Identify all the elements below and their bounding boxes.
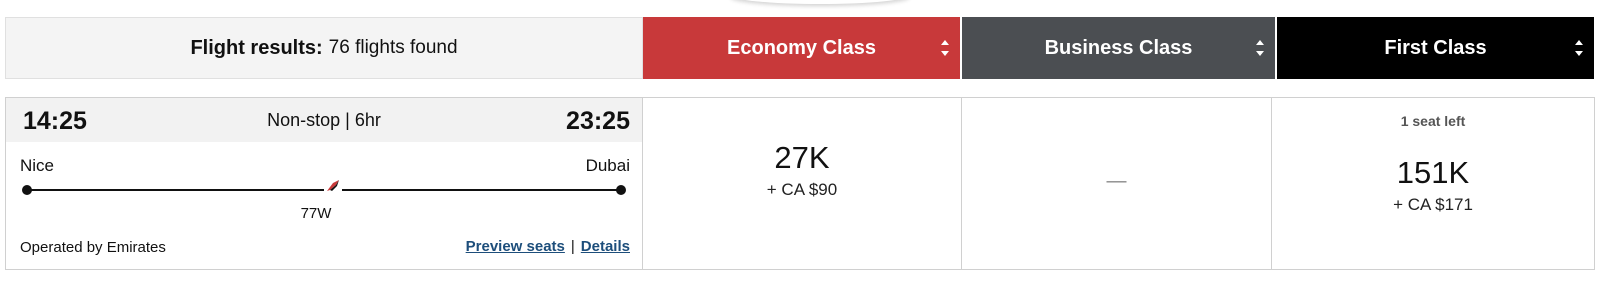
flight-row: 14:25 Non-stop | 6hr 23:25 Nice Dubai 77… bbox=[5, 97, 1595, 270]
economy-miles: 27K bbox=[774, 140, 830, 175]
results-summary: Flight results: 76 flights found bbox=[5, 17, 643, 79]
link-separator: | bbox=[570, 238, 575, 255]
flight-links: Preview seats | Details bbox=[466, 238, 630, 255]
stops-duration: Non-stop | 6hr bbox=[267, 110, 381, 130]
origin-city: Nice bbox=[20, 156, 55, 175]
results-title: Flight results: bbox=[190, 36, 323, 59]
economy-fare: 27K + CA $90 bbox=[643, 140, 961, 200]
first-miles: 151K bbox=[1396, 155, 1470, 190]
first-fare-cell[interactable]: 1 seat left 151K + CA $171 bbox=[1272, 98, 1594, 269]
business-unavailable: — bbox=[1106, 170, 1127, 192]
seats-left: 1 seat left bbox=[1400, 113, 1466, 129]
economy-fare-cell[interactable]: 27K + CA $90 bbox=[643, 98, 962, 269]
top-handle bbox=[730, 0, 910, 4]
destination-city: Dubai bbox=[585, 156, 630, 175]
first-class-label: First Class bbox=[1384, 36, 1487, 59]
arrival-time: 23:25 bbox=[566, 107, 630, 135]
sort-arrows-icon bbox=[1256, 40, 1264, 56]
aircraft-type: 77W bbox=[300, 205, 332, 222]
route-line bbox=[22, 177, 626, 195]
destination-dot bbox=[616, 185, 626, 195]
sort-business-class[interactable]: Business Class bbox=[960, 17, 1277, 79]
flight-info: 14:25 Non-stop | 6hr 23:25 Nice Dubai 77… bbox=[6, 98, 643, 269]
emirates-plane-icon bbox=[324, 177, 342, 193]
details-link[interactable]: Details bbox=[581, 238, 630, 255]
origin-dot bbox=[22, 185, 32, 195]
operated-by: Operated by Emirates bbox=[20, 239, 166, 256]
first-fare: 151K + CA $171 bbox=[1272, 155, 1594, 215]
preview-seats-link[interactable]: Preview seats bbox=[466, 238, 565, 255]
sort-arrows-icon bbox=[941, 40, 949, 56]
flight-times-bar: 14:25 Non-stop | 6hr 23:25 bbox=[6, 98, 642, 142]
results-header: Flight results: 76 flights found Economy… bbox=[5, 17, 1595, 79]
business-fare-cell: — bbox=[962, 98, 1272, 269]
economy-class-label: Economy Class bbox=[727, 36, 876, 59]
first-tax: + CA $171 bbox=[1393, 195, 1473, 214]
results-count: 76 flights found bbox=[328, 37, 458, 58]
sort-first-class[interactable]: First Class bbox=[1277, 17, 1594, 79]
economy-tax: + CA $90 bbox=[766, 180, 838, 199]
sort-arrows-icon bbox=[1575, 40, 1583, 56]
sort-economy-class[interactable]: Economy Class bbox=[643, 17, 960, 79]
business-class-label: Business Class bbox=[1044, 36, 1193, 59]
